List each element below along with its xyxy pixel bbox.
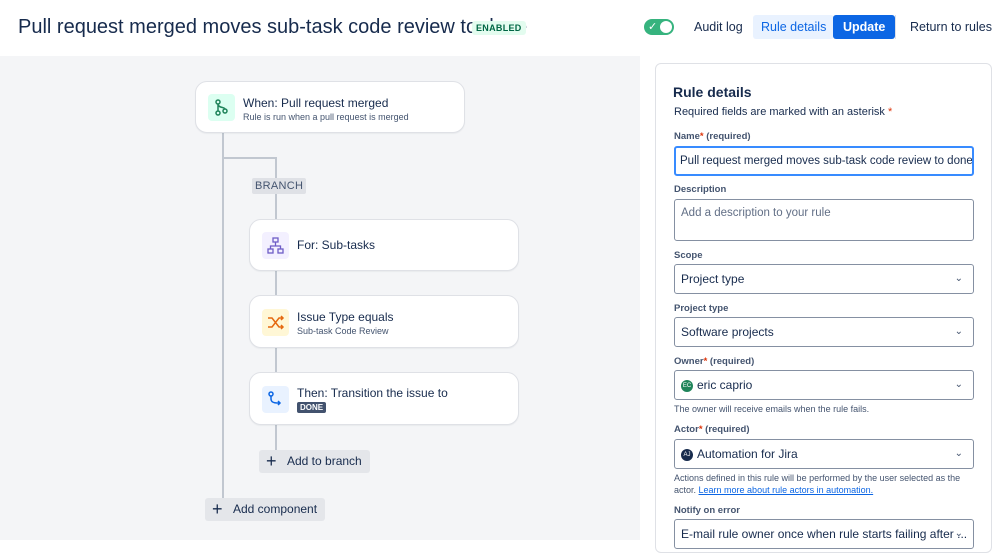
owner-helper: The owner will receive emails when the r… bbox=[674, 404, 870, 414]
page-title: Pull request merged moves sub-task code … bbox=[18, 16, 528, 38]
shuffle-icon bbox=[262, 309, 289, 336]
add-to-branch-button[interactable]: + Add to branch bbox=[259, 450, 370, 473]
actor-helper: Actions defined in this rule will be per… bbox=[674, 473, 961, 495]
notify-label: Notify on error bbox=[674, 505, 740, 516]
name-label: Name* (required) bbox=[674, 131, 751, 142]
panel-title: Rule details bbox=[673, 84, 752, 100]
avatar: AJ bbox=[681, 448, 693, 461]
branch-for-card[interactable]: For: Sub-tasks bbox=[249, 219, 519, 271]
owner-label: Owner* (required) bbox=[674, 356, 755, 367]
git-merge-icon bbox=[208, 94, 235, 121]
actor-select[interactable]: AJ Automation for Jira ⌄ bbox=[674, 439, 974, 469]
top-bar: Pull request merged moves sub-task code … bbox=[0, 0, 999, 56]
connector-line bbox=[275, 348, 277, 372]
add-to-branch-label: Add to branch bbox=[287, 454, 362, 468]
chevron-down-icon: ⌄ bbox=[954, 448, 963, 459]
add-component-button[interactable]: + Add component bbox=[205, 498, 326, 521]
divider bbox=[895, 15, 896, 39]
owner-select[interactable]: EC eric caprio ⌄ bbox=[674, 370, 974, 400]
chevron-down-icon: ⌄ bbox=[954, 379, 963, 390]
branch-for-title: For: Sub-tasks bbox=[297, 238, 376, 252]
connector-line bbox=[275, 271, 277, 295]
toggle-knob bbox=[660, 21, 672, 33]
condition-title: Issue Type equals bbox=[297, 310, 394, 324]
status-lozenge: DONE bbox=[297, 402, 327, 413]
action-title: Then: Transition the issue to bbox=[297, 386, 448, 400]
connector-line bbox=[275, 425, 277, 450]
trigger-card[interactable]: When: Pull request merged Rule is run wh… bbox=[195, 81, 465, 133]
scope-select[interactable]: Project type ⌄ bbox=[674, 264, 974, 294]
update-button[interactable]: Update bbox=[833, 15, 896, 39]
hierarchy-icon bbox=[262, 232, 289, 259]
action-card[interactable]: Then: Transition the issue to bbox=[249, 372, 519, 425]
avatar: EC bbox=[681, 379, 693, 392]
chevron-down-icon: ⌄ bbox=[954, 326, 963, 337]
scope-label: Scope bbox=[674, 250, 703, 261]
audit-log-button[interactable]: Audit log bbox=[686, 15, 751, 39]
rule-details-button[interactable]: Rule details bbox=[753, 15, 835, 39]
description-label: Description bbox=[674, 184, 727, 195]
connector-line bbox=[222, 133, 224, 498]
trigger-subtitle: Rule is run when a pull request is merge… bbox=[243, 112, 409, 122]
status-badge: ENABLED bbox=[472, 21, 526, 35]
actor-learn-more-link[interactable]: Learn more about rule actors in automati… bbox=[699, 485, 874, 495]
add-component-label: Add component bbox=[233, 502, 318, 516]
chevron-down-icon: ⌄ bbox=[954, 273, 963, 284]
connector-line bbox=[222, 157, 277, 159]
name-field[interactable]: Pull request merged moves sub-task code … bbox=[674, 146, 974, 176]
chevron-down-icon: ⌄ bbox=[954, 528, 963, 539]
branch-label: BRANCH bbox=[252, 178, 307, 194]
plus-icon: + bbox=[212, 499, 223, 519]
project-type-select[interactable]: Software projects ⌄ bbox=[674, 317, 974, 347]
return-to-rules-button[interactable]: Return to rules bbox=[902, 15, 999, 39]
project-type-label: Project type bbox=[674, 303, 729, 314]
notify-select[interactable]: E-mail rule owner once when rule starts … bbox=[674, 519, 974, 549]
trigger-title: When: Pull request merged bbox=[243, 96, 389, 110]
condition-card[interactable]: Issue Type equals Sub-task Code Review bbox=[249, 295, 519, 348]
actor-label: Actor* (required) bbox=[674, 424, 750, 435]
plus-icon: + bbox=[266, 451, 277, 471]
required-note: Required fields are marked with an aster… bbox=[674, 106, 893, 118]
enable-toggle[interactable]: ✓ bbox=[644, 19, 674, 35]
transition-icon bbox=[262, 386, 289, 413]
check-icon: ✓ bbox=[648, 21, 658, 33]
condition-subtitle: Sub-task Code Review bbox=[297, 326, 389, 336]
description-field[interactable]: Add a description to your rule bbox=[674, 199, 974, 241]
